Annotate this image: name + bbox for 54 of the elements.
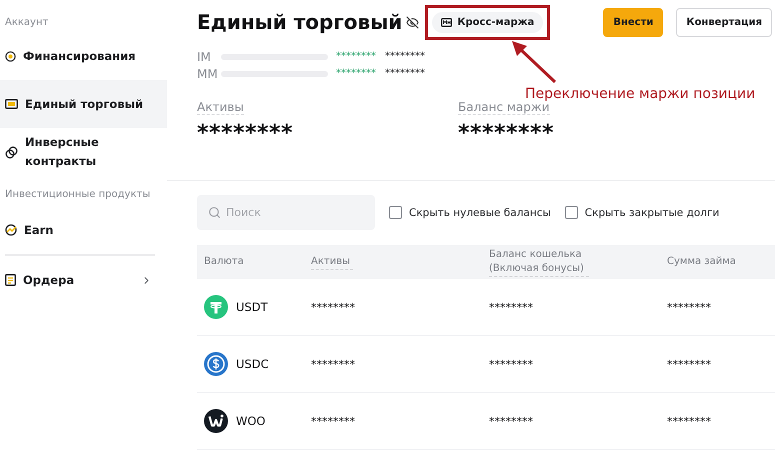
sidebar-item[interactable]: Единый торговый [0, 80, 167, 128]
coin-icon [204, 409, 228, 433]
column-header: Сумма займа [667, 255, 737, 269]
column-header: Валюта [204, 255, 245, 269]
coin-icon [5, 50, 16, 62]
document-icon [5, 274, 16, 286]
table-cell-text: ******** [489, 358, 534, 370]
column-header: Активы [311, 254, 353, 270]
table-cell-text: ******** [667, 300, 712, 314]
sidebar-item[interactable]: Инверсные контракты [0, 128, 167, 176]
checkbox[interactable] [564, 206, 578, 219]
rings-icon [5, 146, 18, 158]
search-icon [208, 206, 221, 219]
margin-mode-icon [441, 18, 452, 26]
summary-label: Активы [197, 100, 244, 115]
margin-label: MM [197, 66, 219, 80]
table-cell-text: ******** [489, 300, 534, 314]
sidebar-item[interactable]: Earn [0, 206, 167, 254]
convert-button[interactable]: Конвертация [676, 8, 772, 36]
annotation-label: Переключение маржи позиции [525, 86, 756, 102]
section-heading: Аккаунт [4, 16, 50, 30]
margin-mode-button[interactable]: Кросс-маржа [432, 12, 544, 32]
hidden-value: ******** [336, 51, 376, 62]
sidebar-item[interactable]: Ордера [0, 256, 167, 304]
hidden-value: ******** [336, 68, 376, 79]
table-cell-text: ******** [489, 414, 534, 428]
coin-name: WOO [236, 414, 266, 428]
eye-off-icon[interactable] [406, 16, 420, 28]
deposit-button[interactable]: Внести [603, 8, 664, 36]
search-field[interactable]: Поиск [197, 195, 375, 230]
checkbox-label: Скрыть закрытые долги [584, 206, 720, 218]
margin-label: IM [197, 50, 212, 64]
column-header: Баланс кошелька (Включая бонусы) [489, 248, 589, 276]
hidden-value: ******** [385, 68, 425, 79]
hidden-value: ******** [385, 51, 425, 62]
checkbox-label: Скрыть нулевые балансы [409, 206, 551, 218]
dollar-coin-icon [204, 352, 228, 376]
coin-name: USDT [236, 300, 268, 314]
summary-value: ******** [458, 121, 556, 146]
table-cell-text: ******** [311, 300, 356, 314]
table-cell-text: ******** [667, 414, 712, 428]
section-heading: Инвестиционные продукты [4, 188, 152, 202]
table-cell-text: ******** [667, 358, 712, 370]
table-cell-text: ******** [311, 358, 356, 370]
tether-coin-icon [204, 295, 228, 319]
coin-name: USDC [236, 357, 269, 371]
table-cell-text: ******** [311, 414, 356, 428]
summary-label: Баланс маржи [458, 100, 550, 115]
summary-value: ******** [197, 121, 294, 146]
page-title: Единый торговый [197, 10, 402, 34]
sidebar-item[interactable]: Финансирования [0, 32, 167, 80]
card-icon [5, 99, 18, 109]
checkbox[interactable] [389, 206, 402, 219]
earn-icon [5, 224, 17, 236]
